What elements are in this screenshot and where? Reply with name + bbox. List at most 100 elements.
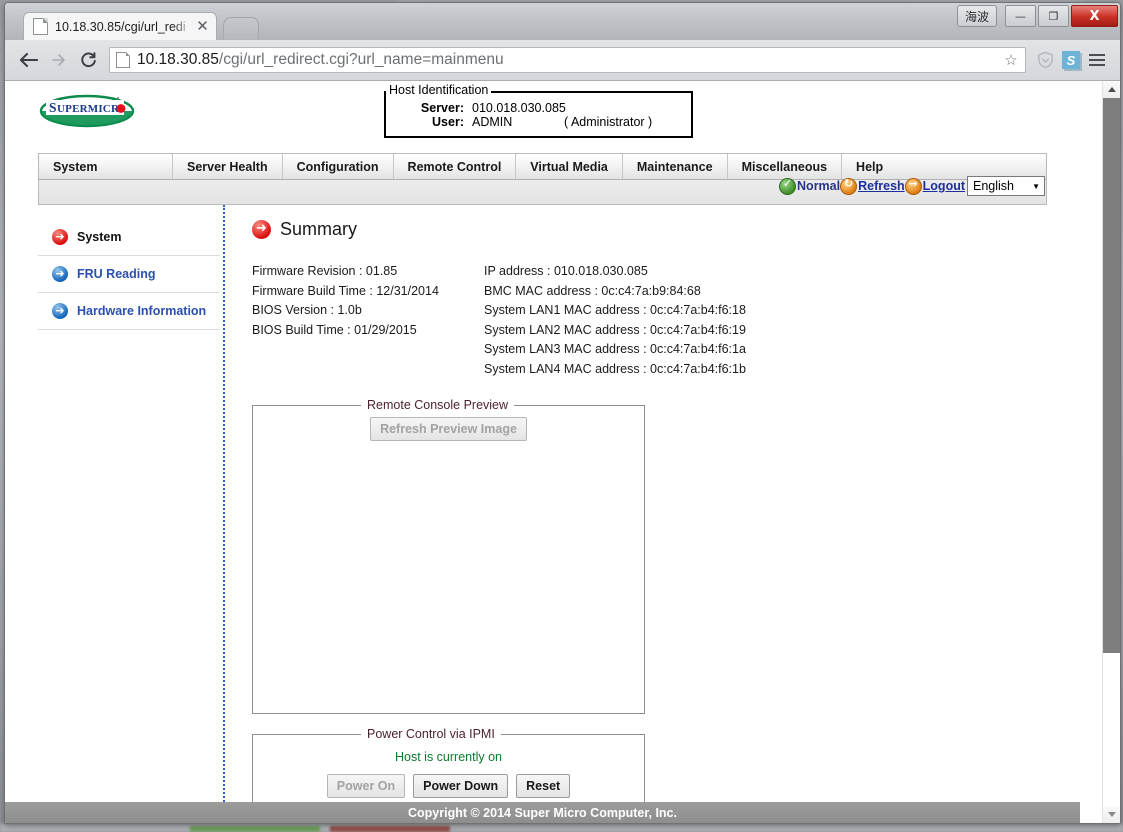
minimize-button[interactable]: — bbox=[1005, 5, 1036, 27]
ipmi-header: S UPERMICR Server: 010.018.030.085 User:… bbox=[5, 81, 1080, 196]
maximize-button[interactable]: ❐ bbox=[1038, 5, 1069, 27]
sidebar-item-system[interactable]: System bbox=[38, 219, 220, 256]
chrome-menu-icon[interactable] bbox=[1084, 51, 1110, 69]
svg-text:UPERMICR: UPERMICR bbox=[57, 103, 120, 115]
supermicro-logo: S UPERMICR bbox=[38, 92, 136, 130]
info-row: IP address : 010.018.030.085 bbox=[484, 264, 648, 278]
taskbar-sliver bbox=[0, 824, 1123, 832]
scroll-down-button[interactable] bbox=[1103, 806, 1120, 823]
reload-icon[interactable] bbox=[75, 47, 101, 73]
browser-toolbar: 10.18.30.85/cgi/url_redirect.cgi?url_nam… bbox=[5, 40, 1120, 81]
close-tab-icon[interactable]: ✕ bbox=[195, 19, 210, 34]
hamburger-glyph bbox=[1089, 51, 1105, 69]
host-user-row: User: ADMIN ( Administrator ) bbox=[386, 115, 691, 129]
language-select[interactable]: English ▼ bbox=[967, 176, 1045, 196]
screenshot-root: 10.18.30.85/cgi/url_redi ✕ 海波 — ❐ X 10.1… bbox=[0, 0, 1123, 832]
extension-badge: S bbox=[1062, 51, 1080, 69]
refresh-link[interactable]: Refresh bbox=[858, 179, 905, 193]
new-tab-button[interactable] bbox=[222, 17, 260, 39]
page-footer: Copyright © 2014 Super Micro Computer, I… bbox=[5, 802, 1080, 823]
power-control-panel: Power Control via IPMI Host is currently… bbox=[252, 727, 645, 810]
user-profile-button[interactable]: 海波 bbox=[956, 5, 997, 27]
remote-console-preview-panel: Remote Console Preview Refresh Preview I… bbox=[252, 398, 645, 714]
sidebar-item-fru-reading[interactable]: FRU Reading bbox=[38, 256, 220, 293]
host-identification-legend: Host Identification bbox=[386, 83, 492, 97]
nav-item-system[interactable]: System bbox=[39, 154, 173, 179]
page-favicon-icon bbox=[33, 18, 48, 35]
scrollbar-track[interactable] bbox=[1103, 98, 1120, 806]
nav-item-virtual-media[interactable]: Virtual Media bbox=[516, 154, 623, 179]
power-down-button[interactable]: Power Down bbox=[413, 774, 509, 798]
arrow-right-icon bbox=[52, 265, 68, 282]
sidebar: System FRU Reading Hardware Information bbox=[38, 205, 220, 810]
power-status-text: Host is currently on bbox=[395, 750, 502, 764]
refresh-icon[interactable] bbox=[840, 177, 858, 195]
info-row: BIOS Build Time : 01/29/2015 bbox=[252, 322, 417, 337]
system-info-grid: Firmware Revision : 01.85 Firmware Build… bbox=[252, 262, 1080, 379]
url-host: 10.18.30.85 bbox=[137, 51, 219, 68]
logout-icon[interactable] bbox=[904, 177, 922, 195]
vertical-scrollbar[interactable] bbox=[1102, 81, 1120, 823]
taskbar-item-green bbox=[190, 826, 320, 832]
power-button-group: Power On Power Down Reset bbox=[253, 774, 644, 798]
arrow-right-icon bbox=[52, 228, 68, 245]
host-user-value: ADMIN bbox=[472, 115, 513, 129]
sidebar-item-hardware-information[interactable]: Hardware Information bbox=[38, 293, 220, 330]
page-body: System FRU Reading Hardware Information bbox=[5, 205, 1080, 810]
host-identification-box: Server: 010.018.030.085 User: ADMIN ( Ad… bbox=[384, 91, 693, 138]
info-row: System LAN2 MAC address : 0c:c4:7a:b4:f6… bbox=[484, 322, 746, 337]
host-user-label: User: bbox=[432, 115, 464, 129]
nav-item-configuration[interactable]: Configuration bbox=[283, 154, 394, 179]
taskbar-item-red bbox=[330, 826, 450, 832]
page-viewport: S UPERMICR Server: 010.018.030.085 User:… bbox=[5, 81, 1120, 823]
host-server-row: Server: 010.018.030.085 bbox=[386, 101, 691, 115]
info-row: Firmware Revision : 01.85 bbox=[252, 264, 398, 278]
close-window-button[interactable]: X bbox=[1071, 5, 1118, 27]
firmware-info-column: Firmware Revision : 01.85 Firmware Build… bbox=[252, 262, 484, 379]
language-select-value: English bbox=[973, 179, 1014, 193]
nav-item-remote-control[interactable]: Remote Control bbox=[394, 154, 517, 179]
browser-titlebar: 10.18.30.85/cgi/url_redi ✕ 海波 — ❐ X bbox=[5, 3, 1120, 40]
network-info-column: IP address : 010.018.030.085 BMC MAC add… bbox=[484, 262, 1080, 379]
page-title: Summary bbox=[252, 219, 1080, 240]
status-label: Normal bbox=[797, 179, 841, 193]
bookmark-star-icon[interactable]: ☆ bbox=[1001, 51, 1021, 69]
arrow-right-icon bbox=[252, 219, 271, 239]
refresh-preview-image-button[interactable]: Refresh Preview Image bbox=[370, 417, 527, 441]
info-row: BIOS Version : 1.0b bbox=[252, 303, 362, 317]
sidebar-item-label: FRU Reading bbox=[77, 267, 156, 281]
host-server-value: 010.018.030.085 bbox=[472, 101, 566, 115]
scroll-up-button[interactable] bbox=[1103, 81, 1120, 98]
url-path: /cgi/url_redirect.cgi?url_name=mainmenu bbox=[218, 51, 504, 68]
browser-tab[interactable]: 10.18.30.85/cgi/url_redi ✕ bbox=[23, 12, 217, 40]
content-area: Summary Firmware Revision : 01.85 Firmwa… bbox=[226, 205, 1080, 810]
forward-icon[interactable] bbox=[45, 47, 71, 73]
scrollbar-thumb[interactable] bbox=[1103, 98, 1120, 653]
arrow-right-icon bbox=[52, 302, 68, 319]
power-control-body: Host is currently on Power On Power Down… bbox=[253, 741, 644, 809]
extension-icon[interactable]: S bbox=[1058, 51, 1084, 69]
status-toolbar: Normal Refresh Logout English ▼ bbox=[779, 176, 1045, 196]
ipmi-page: S UPERMICR Server: 010.018.030.085 User:… bbox=[5, 81, 1080, 823]
host-user-role: ( Administrator ) bbox=[564, 115, 653, 129]
info-row: System LAN1 MAC address : 0c:c4:7a:b4:f6… bbox=[484, 303, 746, 317]
address-bar-text: 10.18.30.85/cgi/url_redirect.cgi?url_nam… bbox=[137, 51, 1001, 69]
svg-text:S: S bbox=[49, 100, 57, 115]
info-row: BMC MAC address : 0c:c4:7a:b9:84:68 bbox=[484, 283, 701, 298]
tab-strip: 10.18.30.85/cgi/url_redi ✕ bbox=[5, 3, 1120, 40]
nav-item-server-health[interactable]: Server Health bbox=[173, 154, 283, 179]
browser-window: 10.18.30.85/cgi/url_redi ✕ 海波 — ❐ X 10.1… bbox=[4, 2, 1121, 824]
logout-link[interactable]: Logout bbox=[923, 179, 965, 193]
reset-button[interactable]: Reset bbox=[516, 774, 571, 798]
power-on-button[interactable]: Power On bbox=[326, 774, 406, 798]
back-icon[interactable] bbox=[15, 47, 41, 73]
info-row: System LAN4 MAC address : 0c:c4:7a:b4:f6… bbox=[484, 361, 746, 376]
nav-item-maintenance[interactable]: Maintenance bbox=[623, 154, 728, 179]
remote-console-preview-legend: Remote Console Preview bbox=[367, 398, 509, 412]
normal-status-icon bbox=[779, 177, 797, 195]
address-bar[interactable]: 10.18.30.85/cgi/url_redirect.cgi?url_nam… bbox=[109, 47, 1026, 73]
chevron-down-icon: ▼ bbox=[1032, 181, 1040, 191]
tab-title: 10.18.30.85/cgi/url_redi bbox=[55, 19, 186, 34]
shield-icon[interactable] bbox=[1032, 51, 1058, 69]
page-title-text: Summary bbox=[280, 219, 358, 239]
